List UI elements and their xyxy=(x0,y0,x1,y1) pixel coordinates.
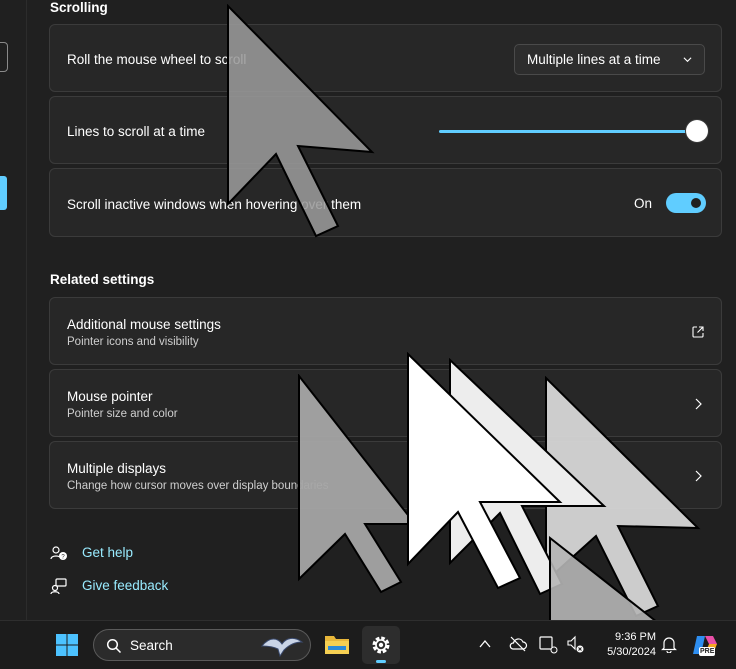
multiple-displays-card[interactable]: Multiple displays Change how cursor move… xyxy=(49,441,722,509)
chevron-right-icon xyxy=(695,398,702,410)
wheel-scroll-card: Roll the mouse wheel to scroll Multiple … xyxy=(49,24,722,92)
nav-selected-indicator xyxy=(0,176,7,210)
wheel-scroll-label: Roll the mouse wheel to scroll xyxy=(67,52,247,67)
feedback-icon xyxy=(50,578,67,595)
taskbar-search-box[interactable]: Search xyxy=(93,629,311,661)
related-settings-title: Related settings xyxy=(50,272,155,287)
get-help-link[interactable]: Get help xyxy=(82,545,133,560)
chevron-down-icon xyxy=(683,57,692,63)
open-external-icon xyxy=(692,326,704,338)
windows-start-icon[interactable] xyxy=(56,634,78,656)
multiple-displays-subtitle: Change how cursor moves over display bou… xyxy=(67,480,329,492)
active-app-indicator xyxy=(376,660,386,663)
chevron-right-icon xyxy=(695,470,702,482)
lines-to-scroll-label: Lines to scroll at a time xyxy=(67,124,206,139)
copilot-button[interactable]: PRE xyxy=(692,632,718,658)
multiple-displays-title: Multiple displays xyxy=(67,461,167,476)
display-icon[interactable] xyxy=(538,634,558,654)
scroll-inactive-toggle[interactable] xyxy=(666,193,706,213)
taskbar-date: 5/30/2024 xyxy=(607,646,656,658)
settings-taskbar-button[interactable] xyxy=(362,626,400,664)
toggle-knob xyxy=(691,198,701,208)
file-explorer-icon[interactable] xyxy=(324,633,350,655)
search-highlight-bird-icon xyxy=(260,637,304,658)
give-feedback-link[interactable]: Give feedback xyxy=(82,578,168,593)
mouse-pointer-subtitle: Pointer size and color xyxy=(67,408,178,420)
scroll-inactive-state: On xyxy=(634,196,653,211)
lines-to-scroll-card: Lines to scroll at a time xyxy=(49,96,722,164)
taskbar-time: 9:36 PM xyxy=(615,631,656,643)
search-icon xyxy=(106,638,122,654)
volume-muted-icon[interactable] xyxy=(565,634,585,654)
wheel-scroll-dropdown[interactable]: Multiple lines at a time xyxy=(514,44,705,75)
navigation-pane-edge xyxy=(0,0,27,620)
scroll-inactive-card: Scroll inactive windows when hovering ov… xyxy=(49,168,722,237)
lines-slider-track[interactable] xyxy=(439,130,689,133)
scrolling-section-title: Scrolling xyxy=(50,0,108,15)
copilot-preview-badge: PRE xyxy=(699,647,716,656)
scroll-inactive-label: Scroll inactive windows when hovering ov… xyxy=(67,197,362,212)
wheel-scroll-dropdown-value: Multiple lines at a time xyxy=(527,52,661,67)
taskbar: Search 9:36 PM 5/30/2024 PRE xyxy=(0,620,736,669)
chevron-up-icon[interactable] xyxy=(478,638,492,650)
mouse-pointer-card[interactable]: Mouse pointer Pointer size and color xyxy=(49,369,722,437)
nav-divider xyxy=(26,0,27,620)
mouse-pointer-title: Mouse pointer xyxy=(67,389,153,404)
taskbar-clock[interactable]: 9:36 PM 5/30/2024 xyxy=(592,630,656,660)
taskbar-search-label: Search xyxy=(130,638,173,653)
lines-slider-thumb[interactable] xyxy=(686,120,708,142)
additional-mouse-settings-title: Additional mouse settings xyxy=(67,317,221,332)
notification-bell-icon[interactable] xyxy=(661,635,677,653)
additional-mouse-settings-subtitle: Pointer icons and visibility xyxy=(67,336,199,348)
nav-search-box-edge[interactable] xyxy=(0,42,8,72)
additional-mouse-settings-card[interactable]: Additional mouse settings Pointer icons … xyxy=(49,297,722,365)
help-icon: ? xyxy=(50,546,67,561)
gear-icon xyxy=(372,636,390,654)
cloud-offline-icon[interactable] xyxy=(508,635,528,653)
